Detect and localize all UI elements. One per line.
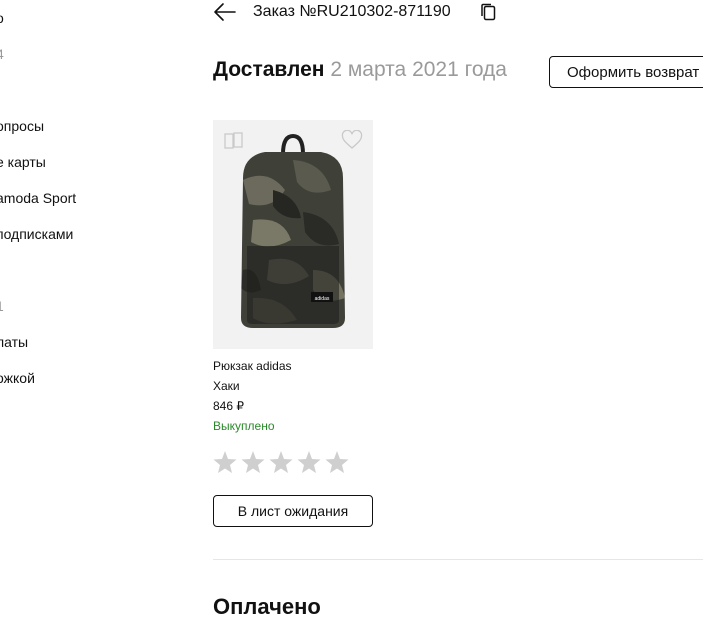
star-icon[interactable] <box>268 449 296 475</box>
sidebar-item-payments[interactable]: латы <box>0 334 28 350</box>
product-name[interactable]: Рюкзак adidas <box>213 359 292 373</box>
copy-icon[interactable] <box>480 3 498 21</box>
sidebar-item-leather[interactable]: ожкой <box>0 370 35 386</box>
status-state: Доставлен <box>213 58 325 81</box>
sidebar-item-questions[interactable]: опросы <box>0 118 44 134</box>
heart-icon[interactable] <box>341 130 363 150</box>
sidebar-counter-0: 4 <box>0 46 4 62</box>
section-divider <box>213 559 703 560</box>
compare-icon[interactable] <box>223 131 245 151</box>
order-status: Доставлен 2 марта 2021 года <box>213 58 507 82</box>
status-date: 2 марта 2021 года <box>330 58 507 81</box>
star-icon[interactable] <box>296 449 324 475</box>
star-icon[interactable] <box>324 449 352 475</box>
backpack-image: adidas <box>241 133 345 328</box>
bag-brand-label: adidas <box>315 296 330 302</box>
waitlist-button[interactable]: В лист ожидания <box>213 495 373 527</box>
sidebar-item-cards[interactable]: е карты <box>0 154 46 170</box>
sidebar-item-sport[interactable]: amoda Sport <box>0 190 76 206</box>
arrow-left-icon[interactable] <box>213 2 237 22</box>
product-color: Хаки <box>213 379 240 393</box>
sidebar-counter-1: 1 <box>0 298 4 314</box>
star-icon[interactable] <box>212 449 240 475</box>
sidebar-item-subscriptions[interactable]: подписками <box>0 226 73 242</box>
rating-stars[interactable] <box>212 449 352 475</box>
payment-section-title: Оплачено <box>213 594 321 619</box>
star-icon[interactable] <box>240 449 268 475</box>
account-sidebar: о 4 опросы е карты amoda Sport подпискам… <box>0 0 200 605</box>
product-image[interactable]: adidas <box>213 120 373 349</box>
purchase-status: Выкуплено <box>213 419 275 433</box>
product-price: 846 ₽ <box>213 399 244 413</box>
sidebar-item-0[interactable]: о <box>0 10 4 26</box>
order-title: Заказ №RU210302-871190 <box>253 3 451 20</box>
return-button[interactable]: Оформить возврат <box>549 56 703 88</box>
